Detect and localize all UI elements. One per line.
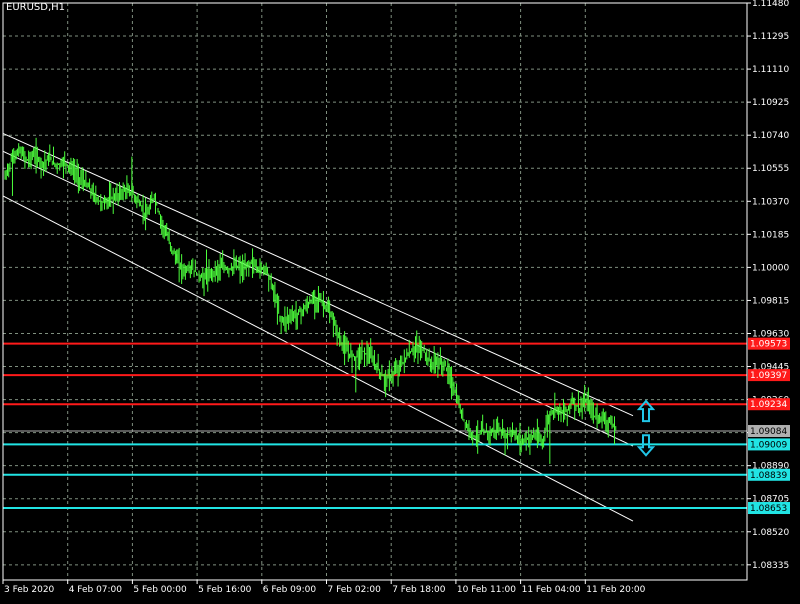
resistance-price-label: 1.09397 xyxy=(750,371,787,381)
symbol-label: EURUSD,H1 xyxy=(6,2,66,13)
y-tick-label: 1.11480 xyxy=(752,0,789,9)
resistance-price-label: 1.09573 xyxy=(750,340,787,350)
x-tick-label: 10 Feb 11:00 xyxy=(457,585,516,595)
chart-window[interactable]: 1.11480 1.11295 1.11110 1.10925 1.10740 1.105… xyxy=(0,0,800,600)
x-tick-label: 11 Feb 04:00 xyxy=(522,585,581,595)
x-tick-label: 7 Feb 02:00 xyxy=(328,585,382,595)
support-price-label: 1.09009 xyxy=(750,440,787,450)
y-tick-label: 1.08520 xyxy=(752,528,789,538)
x-tick-label: 11 Feb 20:00 xyxy=(586,585,645,595)
y-tick-label: 1.10740 xyxy=(752,131,789,141)
x-tick-label: 7 Feb 18:00 xyxy=(392,585,446,595)
resistance-price-label: 1.09234 xyxy=(750,400,787,410)
y-tick-label: 1.11295 xyxy=(752,32,789,42)
y-tick-label: 1.10555 xyxy=(752,164,789,174)
y-tick-label: 1.10925 xyxy=(752,98,789,108)
x-tick-label: 5 Feb 16:00 xyxy=(198,585,252,595)
y-tick-label: 1.10185 xyxy=(752,230,789,240)
support-price-label: 1.08653 xyxy=(750,504,787,514)
y-tick-label: 1.10000 xyxy=(752,263,789,273)
x-tick-label: 6 Feb 09:00 xyxy=(263,585,317,595)
y-tick-label: 1.08335 xyxy=(752,561,789,571)
y-tick-label: 1.10370 xyxy=(752,197,789,207)
x-tick-label: 4 Feb 07:00 xyxy=(69,585,123,595)
x-tick-label: 5 Feb 00:00 xyxy=(133,585,187,595)
y-tick-label: 1.09815 xyxy=(752,296,789,306)
current-price-label: 1.09084 xyxy=(750,427,787,437)
support-price-label: 1.08839 xyxy=(750,471,787,481)
y-tick-label: 1.11110 xyxy=(752,65,789,75)
x-tick-label: 3 Feb 2020 xyxy=(4,585,55,595)
price-chart[interactable]: 1.11480 1.11295 1.11110 1.10925 1.10740 1.105… xyxy=(0,0,800,600)
